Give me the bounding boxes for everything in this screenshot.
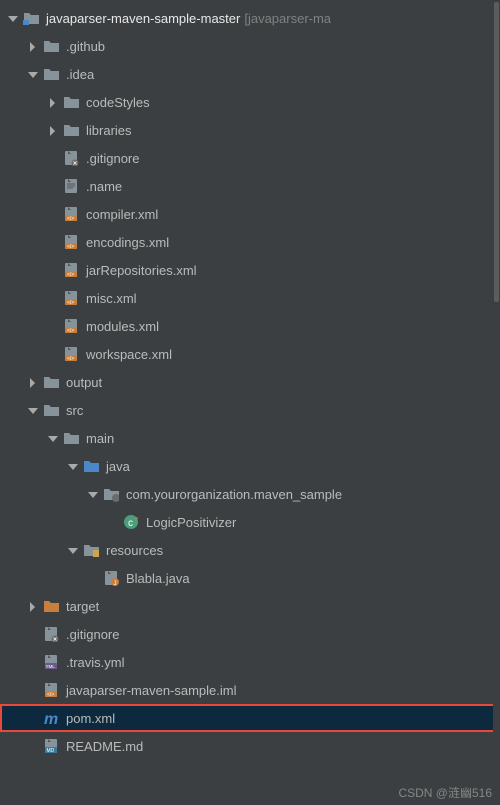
project-tree[interactable]: javaparser-maven-sample-master [javapars… bbox=[0, 0, 500, 760]
tree-row[interactable]: .gitignore bbox=[0, 620, 500, 648]
xml-file-icon bbox=[62, 289, 80, 307]
tree-row[interactable]: Blabla.java bbox=[0, 564, 500, 592]
class-icon bbox=[122, 513, 140, 531]
tree-label: compiler.xml bbox=[86, 207, 158, 222]
tree-row[interactable]: src bbox=[0, 396, 500, 424]
xml-file-icon bbox=[42, 681, 60, 699]
tree-label: workspace.xml bbox=[86, 347, 172, 362]
folder-icon bbox=[62, 429, 80, 447]
folder-icon bbox=[62, 93, 80, 111]
tree-label: libraries bbox=[86, 123, 132, 138]
gitignore-file-icon bbox=[42, 625, 60, 643]
tree-row[interactable]: .idea bbox=[0, 60, 500, 88]
vertical-scrollbar[interactable] bbox=[493, 0, 500, 805]
tree-row[interactable]: .github bbox=[0, 32, 500, 60]
tree-row[interactable]: .gitignore bbox=[0, 144, 500, 172]
xml-file-icon bbox=[62, 233, 80, 251]
watermark: CSDN @涟幽516 bbox=[398, 784, 492, 801]
tree-row[interactable]: java bbox=[0, 452, 500, 480]
tree-row[interactable]: .name bbox=[0, 172, 500, 200]
xml-file-icon bbox=[62, 345, 80, 363]
maven-file-icon bbox=[42, 709, 60, 727]
xml-file-icon bbox=[62, 205, 80, 223]
xml-file-icon bbox=[62, 261, 80, 279]
tree-label: main bbox=[86, 431, 114, 446]
tree-label: resources bbox=[106, 543, 163, 558]
tree-label: .gitignore bbox=[66, 627, 119, 642]
tree-label: .github bbox=[66, 39, 105, 54]
chevron-down-icon[interactable] bbox=[4, 10, 20, 26]
chevron-down-icon[interactable] bbox=[84, 486, 100, 502]
xml-file-icon bbox=[62, 317, 80, 335]
tree-row[interactable]: codeStyles bbox=[0, 88, 500, 116]
chevron-down-icon[interactable] bbox=[44, 430, 60, 446]
tree-label: .gitignore bbox=[86, 151, 139, 166]
tree-row[interactable]: compiler.xml bbox=[0, 200, 500, 228]
java-file-icon bbox=[102, 569, 120, 587]
tree-label: com.yourorganization.maven_sample bbox=[126, 487, 342, 502]
tree-row[interactable]: README.md bbox=[0, 732, 500, 760]
tree-label: encodings.xml bbox=[86, 235, 169, 250]
tree-row[interactable]: LogicPositivizer bbox=[0, 508, 500, 536]
tree-row[interactable]: output bbox=[0, 368, 500, 396]
gitignore-file-icon bbox=[62, 149, 80, 167]
chevron-down-icon[interactable] bbox=[64, 542, 80, 558]
tree-label: codeStyles bbox=[86, 95, 150, 110]
chevron-right-icon[interactable] bbox=[44, 94, 60, 110]
chevron-right-icon[interactable] bbox=[24, 38, 40, 54]
tree-label: Blabla.java bbox=[126, 571, 190, 586]
markdown-file-icon bbox=[42, 737, 60, 755]
tree-row[interactable]: workspace.xml bbox=[0, 340, 500, 368]
tree-row[interactable]: .travis.yml bbox=[0, 648, 500, 676]
scrollbar-thumb[interactable] bbox=[494, 2, 499, 302]
tree-row[interactable]: encodings.xml bbox=[0, 228, 500, 256]
source-folder-icon bbox=[82, 457, 100, 475]
text-file-icon bbox=[62, 177, 80, 195]
tree-label: src bbox=[66, 403, 83, 418]
tree-label: misc.xml bbox=[86, 291, 137, 306]
tree-row-pom[interactable]: pom.xml bbox=[0, 704, 500, 732]
folder-icon bbox=[42, 65, 60, 83]
folder-icon bbox=[42, 401, 60, 419]
folder-icon bbox=[42, 373, 60, 391]
chevron-down-icon[interactable] bbox=[24, 66, 40, 82]
tree-label: target bbox=[66, 599, 99, 614]
target-folder-icon bbox=[42, 597, 60, 615]
tree-row-root[interactable]: javaparser-maven-sample-master [javapars… bbox=[0, 4, 500, 32]
tree-label: jarRepositories.xml bbox=[86, 263, 197, 278]
tree-label: .idea bbox=[66, 67, 94, 82]
tree-label: output bbox=[66, 375, 102, 390]
tree-label: javaparser-maven-sample.iml bbox=[66, 683, 237, 698]
chevron-down-icon[interactable] bbox=[24, 402, 40, 418]
module-folder-icon bbox=[22, 9, 40, 27]
package-folder-icon bbox=[102, 485, 120, 503]
tree-label: README.md bbox=[66, 739, 143, 754]
chevron-down-icon[interactable] bbox=[64, 458, 80, 474]
tree-row[interactable]: main bbox=[0, 424, 500, 452]
tree-row[interactable]: jarRepositories.xml bbox=[0, 256, 500, 284]
tree-annotation: [javaparser-ma bbox=[244, 11, 331, 26]
tree-row[interactable]: com.yourorganization.maven_sample bbox=[0, 480, 500, 508]
resources-folder-icon bbox=[82, 541, 100, 559]
tree-label: .name bbox=[86, 179, 122, 194]
tree-label: javaparser-maven-sample-master bbox=[46, 11, 240, 26]
tree-row[interactable]: modules.xml bbox=[0, 312, 500, 340]
folder-icon bbox=[42, 37, 60, 55]
tree-label: pom.xml bbox=[66, 711, 115, 726]
chevron-right-icon[interactable] bbox=[44, 122, 60, 138]
tree-label: java bbox=[106, 459, 130, 474]
chevron-right-icon[interactable] bbox=[24, 374, 40, 390]
tree-row[interactable]: misc.xml bbox=[0, 284, 500, 312]
tree-label: modules.xml bbox=[86, 319, 159, 334]
tree-row[interactable]: resources bbox=[0, 536, 500, 564]
chevron-right-icon[interactable] bbox=[24, 598, 40, 614]
tree-row[interactable]: javaparser-maven-sample.iml bbox=[0, 676, 500, 704]
tree-row[interactable]: target bbox=[0, 592, 500, 620]
tree-label: .travis.yml bbox=[66, 655, 125, 670]
tree-label: LogicPositivizer bbox=[146, 515, 236, 530]
tree-row[interactable]: libraries bbox=[0, 116, 500, 144]
yml-file-icon bbox=[42, 653, 60, 671]
folder-icon bbox=[62, 121, 80, 139]
